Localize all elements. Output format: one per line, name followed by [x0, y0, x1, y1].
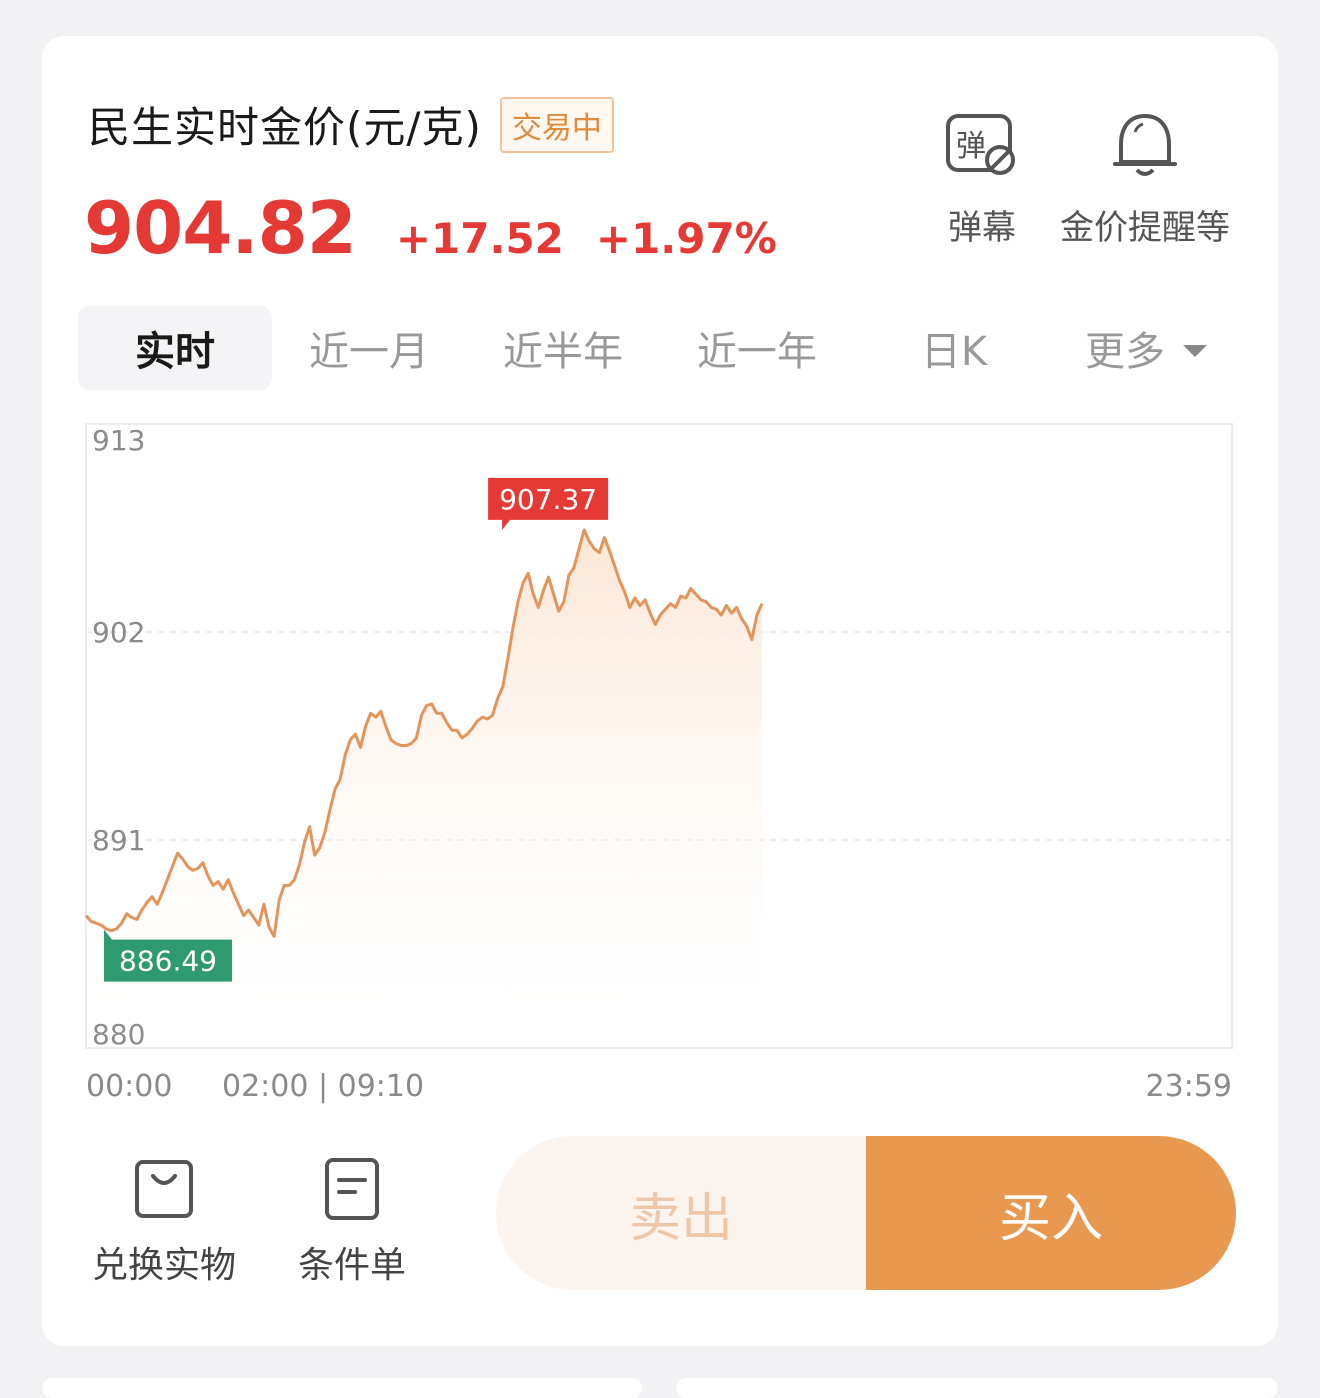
bell-icon — [1105, 108, 1185, 188]
conditional-order-button[interactable]: 条件单 — [298, 1154, 406, 1288]
trade-buttons: 卖出 买入 — [496, 1136, 1236, 1290]
exchange-physical-button[interactable]: 兑换实物 — [92, 1154, 236, 1288]
current-price: 904.82 — [84, 186, 357, 270]
price-alert-button[interactable]: 金价提醒等 — [1060, 108, 1230, 249]
min-price-label: 886.49 — [119, 945, 217, 978]
danmu-icon: 弹 — [942, 108, 1022, 188]
tab-realtime[interactable]: 实时 — [78, 306, 272, 390]
tab-more[interactable]: 更多 — [1054, 306, 1238, 390]
price-chart: 913902891880 907.37 886.49 00:00 02:00 |… — [42, 416, 1278, 1116]
title-row: 民生实时金价(元/克) 交易中 — [88, 94, 614, 155]
price-row: 904.82 +17.52 +1.97% — [84, 186, 777, 270]
x-tick-start: 00:00 — [86, 1069, 172, 1104]
exchange-physical-label: 兑换实物 — [92, 1245, 237, 1286]
tab-daily-k[interactable]: 日K — [854, 306, 1054, 390]
y-tick-label: 902 — [92, 616, 145, 649]
top-strip — [0, 0, 1320, 22]
chevron-down-icon — [1183, 345, 1207, 357]
danmu-label: 弹幕 — [948, 208, 1016, 248]
price-change-percent: +1.97% — [595, 214, 777, 263]
next-card-edge-right — [676, 1378, 1278, 1398]
sell-button[interactable]: 卖出 — [496, 1136, 866, 1290]
shopping-bag-icon — [129, 1154, 199, 1224]
danmu-icon-text: 弹 — [956, 129, 986, 164]
page-title: 民生实时金价(元/克) — [88, 103, 482, 152]
tab-one-year[interactable]: 近一年 — [660, 306, 854, 390]
y-tick-label: 913 — [92, 424, 145, 457]
price-alert-label: 金价提醒等 — [1060, 208, 1230, 248]
price-change: +17.52 — [395, 214, 564, 263]
max-price-label: 907.37 — [499, 483, 597, 516]
next-card-edge — [42, 1378, 642, 1398]
range-tabs: 实时 近一月 近半年 近一年 日K 更多 — [78, 306, 1238, 390]
danmu-button[interactable]: 弹 弹幕 — [942, 108, 1022, 249]
max-price-marker: 907.37 — [488, 477, 609, 530]
gold-price-card: 民生实时金价(元/克) 交易中 904.82 +17.52 +1.97% 弹 弹… — [42, 36, 1278, 1346]
tab-one-month[interactable]: 近一月 — [272, 306, 466, 390]
x-tick-session-break: 02:00 | 09:10 — [222, 1069, 424, 1104]
buy-button[interactable]: 买入 — [866, 1136, 1236, 1290]
x-tick-end: 23:59 — [1146, 1069, 1232, 1104]
conditional-order-label: 条件单 — [298, 1245, 407, 1286]
document-icon — [317, 1154, 387, 1224]
status-badge: 交易中 — [499, 96, 614, 153]
price-chart-svg: 913902891880 907.37 886.49 00:00 02:00 |… — [84, 423, 1233, 1104]
y-tick-label: 891 — [92, 824, 145, 857]
tab-half-year[interactable]: 近半年 — [466, 306, 660, 390]
